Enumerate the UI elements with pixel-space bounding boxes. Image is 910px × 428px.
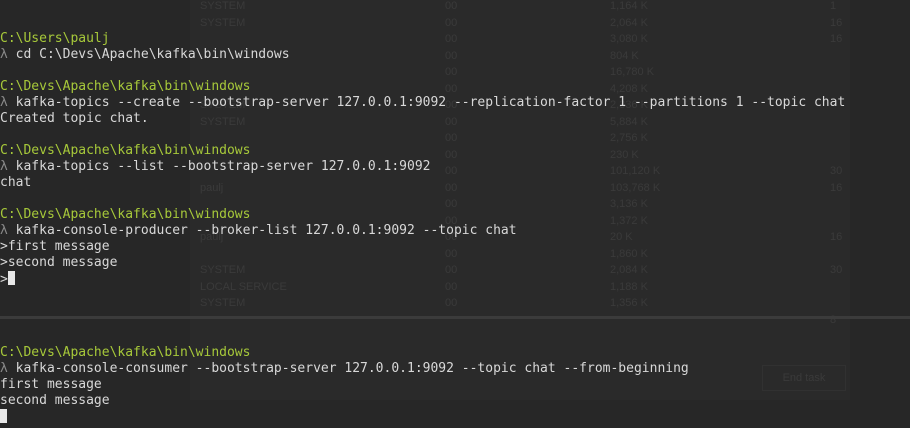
prompt-path: C:\Users\paulj bbox=[0, 31, 110, 46]
terminal-line: C:\Devs\Apache\kafka\bin\windows bbox=[0, 207, 910, 223]
background-cell: 1,164 K bbox=[610, 0, 648, 12]
terminal-line: >second message bbox=[0, 255, 910, 271]
output-text: first message bbox=[0, 377, 102, 392]
output-text: >second message bbox=[0, 255, 118, 270]
prompt-lambda: λ bbox=[0, 47, 8, 62]
background-cell: 00 bbox=[445, 16, 458, 29]
background-cell: 00 bbox=[445, 0, 458, 12]
prompt-lambda: λ bbox=[0, 159, 8, 174]
terminal-line: C:\Devs\Apache\kafka\bin\windows bbox=[0, 345, 910, 361]
background-cell: 16 bbox=[830, 16, 843, 29]
background-cell: 1 bbox=[830, 0, 837, 12]
prompt-lambda: λ bbox=[0, 361, 8, 376]
output-text: chat bbox=[0, 175, 32, 190]
prompt-lambda: λ bbox=[0, 223, 8, 238]
prompt-path: C:\Devs\Apache\kafka\bin\windows bbox=[0, 345, 251, 360]
prompt-path: C:\Devs\Apache\kafka\bin\windows bbox=[0, 79, 251, 94]
command-text: kafka-console-producer --broker-list 127… bbox=[7, 223, 517, 238]
input-prompt: > bbox=[0, 272, 8, 287]
output-text: second message bbox=[0, 393, 110, 408]
terminal-pane-producer[interactable]: C:\Users\paulj λ cd C:\Devs\Apache\kafka\… bbox=[0, 31, 910, 314]
terminal-line: Created topic chat. bbox=[0, 111, 910, 127]
terminal-line: λ kafka-topics --create --bootstrap-serv… bbox=[0, 95, 910, 111]
background-cell: SYSTEM bbox=[200, 0, 246, 12]
terminal-line bbox=[0, 409, 910, 425]
terminal-line: > bbox=[0, 271, 910, 287]
output-text: Created topic chat. bbox=[0, 111, 149, 126]
command-text: kafka-console-consumer --bootstrap-serve… bbox=[7, 361, 689, 376]
terminal-line: >first message bbox=[0, 239, 910, 255]
terminal-line: λ cd C:\Devs\Apache\kafka\bin\windows bbox=[0, 47, 910, 63]
command-text: kafka-topics --create --bootstrap-server… bbox=[7, 95, 846, 110]
terminal-line: C:\Devs\Apache\kafka\bin\windows bbox=[0, 79, 910, 95]
terminal-line: C:\Devs\Apache\kafka\bin\windows bbox=[0, 143, 910, 159]
background-cell: SYSTEM bbox=[200, 16, 246, 29]
terminal-line: C:\Users\paulj bbox=[0, 31, 910, 47]
terminal-line: first message bbox=[0, 377, 910, 393]
terminal-line: chat bbox=[0, 175, 910, 191]
text-cursor[interactable] bbox=[0, 409, 7, 423]
terminal-line: second message bbox=[0, 393, 910, 409]
terminal-line: λ kafka-topics --list --bootstrap-server… bbox=[0, 159, 910, 175]
command-text: cd C:\Devs\Apache\kafka\bin\windows bbox=[7, 47, 290, 62]
output-text: >first message bbox=[0, 239, 110, 254]
background-row: SYSTEM 00 1,164 K 1 bbox=[190, 0, 850, 16]
prompt-lambda: λ bbox=[0, 95, 8, 110]
terminal-line: λ kafka-console-consumer --bootstrap-ser… bbox=[0, 361, 910, 377]
command-text: kafka-topics --list --bootstrap-server 1… bbox=[7, 159, 431, 174]
terminal-line: λ kafka-console-producer --broker-list 1… bbox=[0, 223, 910, 239]
prompt-path: C:\Devs\Apache\kafka\bin\windows bbox=[0, 143, 251, 158]
prompt-path: C:\Devs\Apache\kafka\bin\windows bbox=[0, 207, 251, 222]
pane-splitter[interactable] bbox=[0, 316, 910, 319]
background-cell: 2,064 K bbox=[610, 16, 648, 29]
terminal-pane-consumer[interactable]: C:\Devs\Apache\kafka\bin\windows λ kafka-… bbox=[0, 345, 910, 428]
text-cursor[interactable] bbox=[7, 271, 15, 285]
